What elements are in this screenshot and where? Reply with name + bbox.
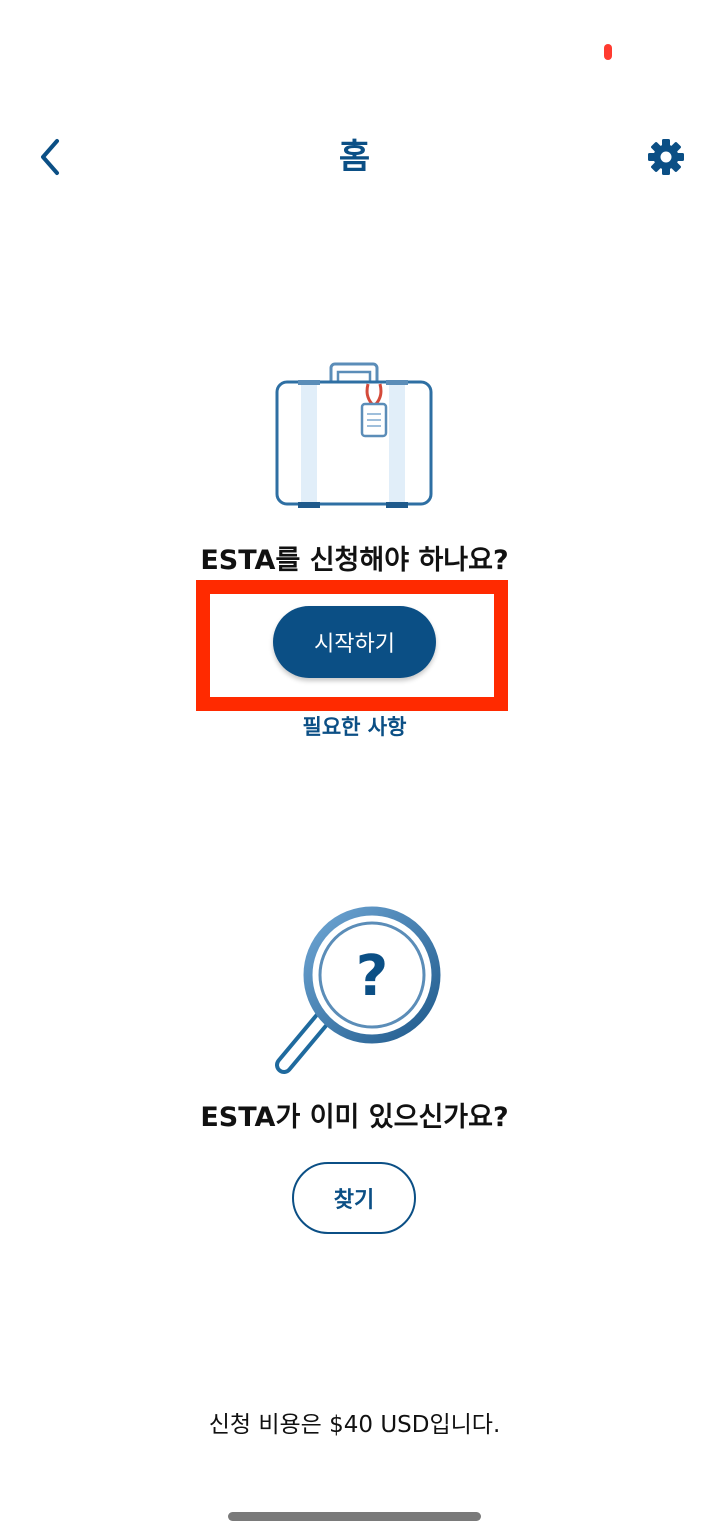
page-title: 홈	[338, 137, 371, 177]
requirements-link[interactable]: 필요한 사항	[0, 710, 709, 744]
magnifier-question-icon: ?	[275, 906, 441, 1074]
home-screen: 홈 ESTA를 신청해야 하나요? 시작하기 필요한 사항 ? ESTA가 이미…	[0, 0, 709, 1536]
suitcase-icon	[275, 362, 433, 508]
home-indicator[interactable]	[228, 1512, 481, 1521]
gear-icon	[648, 139, 684, 175]
settings-button[interactable]	[640, 133, 692, 181]
fee-info-text: 신청 비용은 $40 USD입니다.	[208, 1412, 501, 1438]
existing-question-heading: ESTA가 이미 있으신가요?	[200, 1102, 509, 1133]
start-button[interactable]: 시작하기	[273, 606, 436, 678]
recording-indicator	[604, 44, 612, 60]
header-bar: 홈	[0, 125, 709, 189]
find-button[interactable]: 찾기	[292, 1162, 416, 1234]
apply-question-heading: ESTA를 신청해야 하나요?	[200, 545, 509, 576]
svg-text:?: ?	[356, 944, 388, 1009]
